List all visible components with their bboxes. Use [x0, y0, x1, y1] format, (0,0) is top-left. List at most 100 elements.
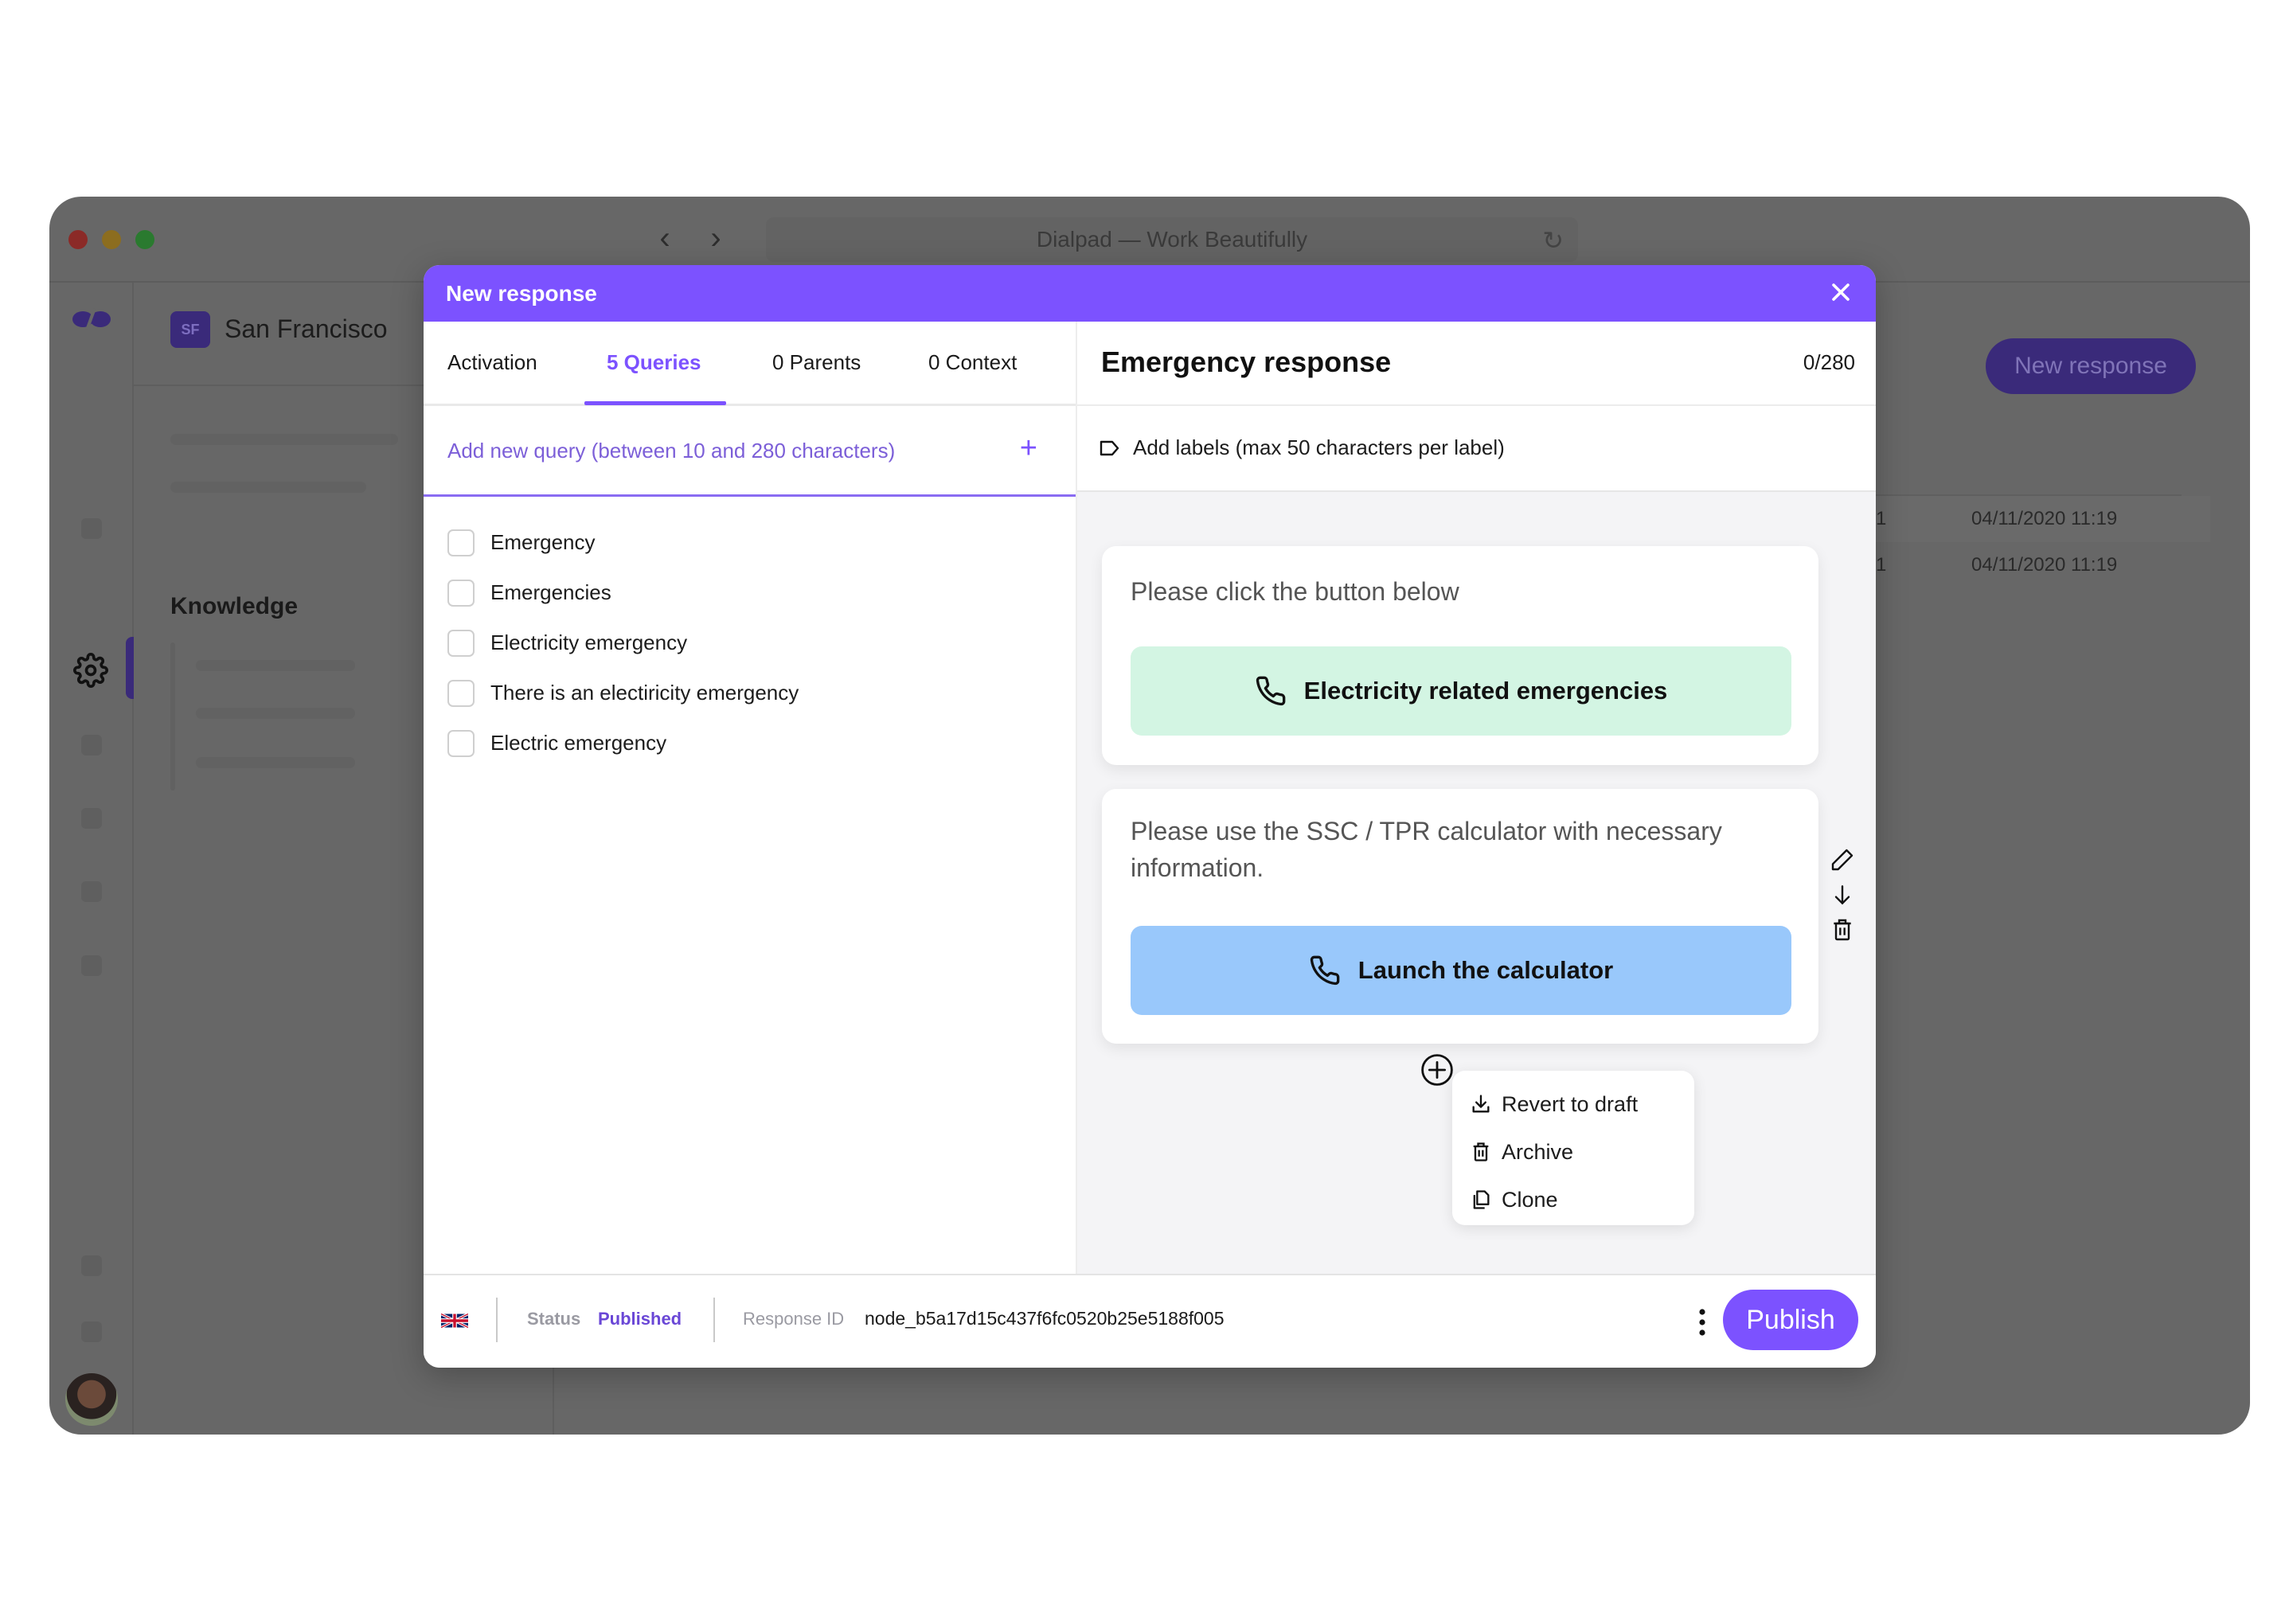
queries-pane: Activation 5 Queries 0 Parents 0 Context… [424, 322, 1077, 1274]
block-tools [1830, 847, 1861, 952]
phone-icon [1310, 955, 1340, 986]
add-block-plus-icon[interactable] [1420, 1053, 1454, 1087]
count-cell: 1 [1876, 508, 1887, 529]
add-query-row: + [424, 406, 1076, 497]
skeleton-line [196, 708, 355, 719]
block-text[interactable]: Please use the SSC / TPR calculator with… [1131, 813, 1791, 886]
response-id-value: node_b5a17d15c437f6fc0520b25e5188f005 [865, 1308, 1225, 1329]
tab-bar: Activation 5 Queries 0 Parents 0 Context [424, 322, 1076, 406]
settings-gear-icon[interactable] [73, 653, 108, 688]
nav-item-placeholder[interactable] [81, 808, 102, 829]
divider [713, 1298, 715, 1342]
tab-context[interactable]: 0 Context [928, 350, 1017, 375]
modal-title: New response [446, 281, 597, 306]
tab-queries[interactable]: 5 Queries [607, 350, 701, 375]
publish-button[interactable]: Publish [1723, 1290, 1858, 1350]
query-text[interactable]: Electricity emergency [490, 630, 687, 655]
copy-icon [1473, 1190, 1490, 1209]
query-checkbox[interactable] [447, 629, 475, 657]
list-item: Electric emergency [447, 718, 799, 768]
nav-item-placeholder[interactable] [81, 955, 102, 976]
modal-footer: Status Published Response ID node_b5a17d… [424, 1274, 1876, 1368]
modal-header: New response [424, 265, 1876, 322]
date-cell: 04/11/2020 11:19 [1971, 508, 2118, 529]
trash-icon [1473, 1142, 1489, 1161]
nav-item-placeholder[interactable] [81, 881, 102, 902]
table-row[interactable]: 1 04/11/2020 11:19 [1868, 542, 2210, 588]
workspace-badge: SF [170, 311, 210, 348]
count-cell: 1 [1876, 554, 1887, 576]
add-labels-input[interactable] [1133, 430, 1770, 465]
new-response-button[interactable]: New response [1986, 338, 2196, 394]
char-counter: 0/280 [1803, 350, 1855, 374]
tree-line [170, 642, 175, 791]
table-row[interactable]: 1 04/11/2020 11:19 [1868, 496, 2210, 542]
query-text[interactable]: There is an electiricity emergency [490, 681, 799, 705]
list-item: Electricity emergency [447, 618, 799, 668]
close-window-button[interactable] [68, 230, 88, 249]
response-block[interactable]: Please click the button below Electricit… [1102, 546, 1818, 765]
edit-pencil-icon[interactable] [1830, 847, 1855, 873]
active-nav-indicator [126, 637, 134, 699]
status-badge: Published [598, 1309, 682, 1329]
active-tab-indicator [584, 401, 726, 405]
phone-icon [1256, 676, 1286, 706]
menu-item-label: Archive [1502, 1139, 1574, 1164]
list-item: There is an electiricity emergency [447, 668, 799, 718]
query-text[interactable]: Electric emergency [490, 731, 666, 755]
response-header: Emergency response 0/280 [1077, 322, 1876, 406]
status-label: Status [527, 1309, 581, 1329]
response-block[interactable]: Please use the SSC / TPR calculator with… [1102, 789, 1818, 1044]
button-label: Electricity related emergencies [1303, 677, 1668, 705]
nav-item-placeholder[interactable] [81, 1321, 102, 1342]
skeleton-line [170, 482, 366, 493]
query-checkbox[interactable] [447, 729, 475, 757]
tab-parents[interactable]: 0 Parents [772, 350, 861, 375]
back-arrow-icon[interactable]: ‹ [653, 221, 677, 256]
menu-item-archive[interactable]: Archive [1452, 1128, 1694, 1176]
reload-icon[interactable]: ↻ [1542, 225, 1564, 256]
nav-item-placeholder[interactable] [81, 1255, 102, 1276]
electricity-emergencies-button[interactable]: Electricity related emergencies [1131, 646, 1791, 736]
dialpad-logo-icon [72, 308, 111, 330]
response-title[interactable]: Emergency response [1101, 345, 1391, 379]
query-checkbox[interactable] [447, 529, 475, 556]
move-down-arrow-icon[interactable] [1830, 882, 1855, 908]
workspace-name[interactable]: San Francisco [225, 314, 388, 344]
uk-flag-icon[interactable] [441, 1312, 468, 1329]
user-avatar[interactable] [65, 1373, 118, 1426]
block-text[interactable]: Please click the button below [1131, 573, 1791, 610]
close-icon[interactable] [1826, 278, 1855, 306]
more-options-kebab-icon[interactable] [1696, 1306, 1709, 1339]
skeleton-line [170, 434, 398, 445]
launch-calculator-button[interactable]: Launch the calculator [1131, 926, 1791, 1015]
nav-item-placeholder[interactable] [81, 735, 102, 755]
tab-activation[interactable]: Activation [447, 350, 537, 375]
responses-table: 1 04/11/2020 11:19 1 04/11/2020 11:19 [1868, 496, 2210, 588]
query-checkbox[interactable] [447, 579, 475, 607]
label-tag-icon [1100, 440, 1119, 456]
skeleton-line [196, 660, 355, 671]
section-title: Knowledge [170, 593, 299, 619]
menu-item-revert-to-draft[interactable]: Revert to draft [1452, 1080, 1694, 1128]
button-label: Launch the calculator [1357, 956, 1614, 984]
maximize-window-button[interactable] [135, 230, 154, 249]
date-cell: 04/11/2020 11:19 [1971, 554, 2118, 576]
query-list: Emergency Emergencies Electricity emerge… [447, 517, 799, 768]
add-query-plus-icon[interactable]: + [1020, 431, 1037, 466]
delete-trash-icon[interactable] [1830, 917, 1855, 943]
query-text[interactable]: Emergencies [490, 580, 611, 605]
minimize-window-button[interactable] [102, 230, 121, 249]
list-item: Emergencies [447, 568, 799, 618]
page-title: Dialpad — Work Beautifully [1036, 227, 1308, 252]
forward-arrow-icon[interactable]: › [704, 221, 728, 256]
divider [496, 1298, 498, 1342]
nav-rail [49, 283, 134, 1435]
query-text[interactable]: Emergency [490, 530, 596, 555]
query-checkbox[interactable] [447, 679, 475, 707]
address-bar[interactable]: Dialpad — Work Beautifully ↻ [766, 217, 1578, 262]
menu-item-clone[interactable]: Clone [1452, 1176, 1694, 1224]
labels-row [1077, 406, 1876, 492]
nav-item-placeholder[interactable] [81, 518, 102, 539]
add-query-input[interactable] [447, 433, 1005, 468]
